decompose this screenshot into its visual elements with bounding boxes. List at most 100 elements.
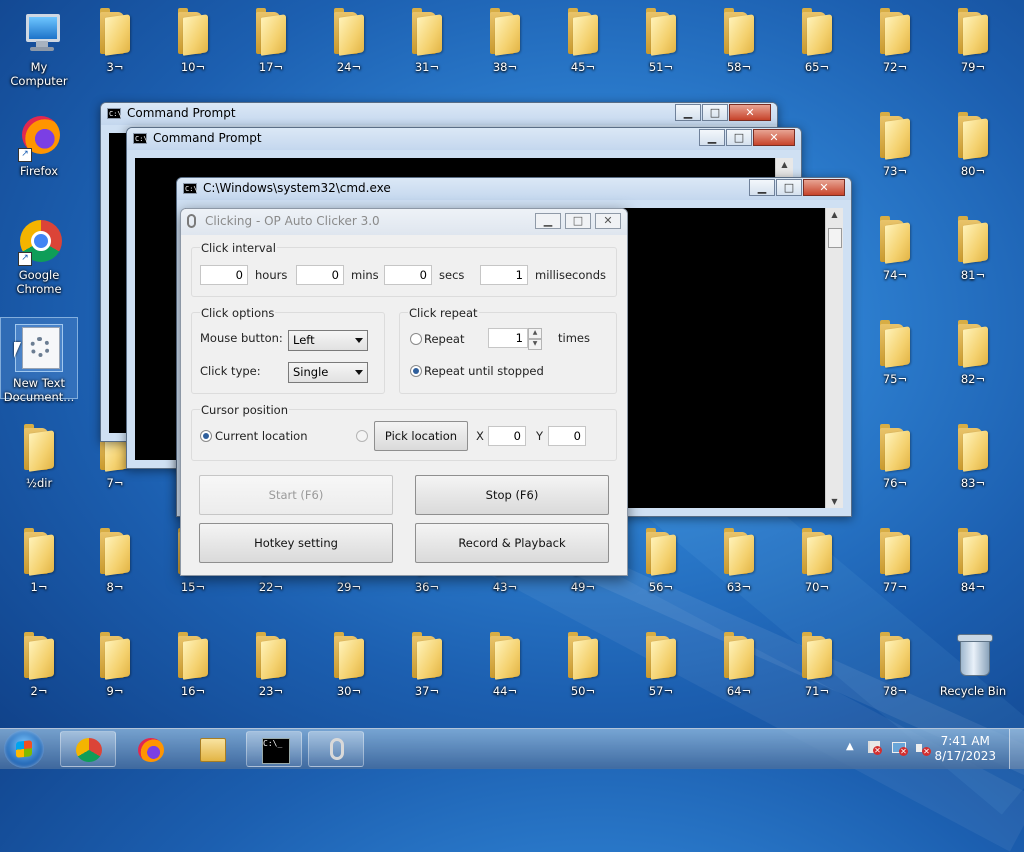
desktop-folder[interactable]: 56¬	[623, 524, 699, 594]
desktop-folder[interactable]: 17¬	[233, 4, 309, 74]
desktop-folder[interactable]: 63¬	[701, 524, 777, 594]
desktop-folder[interactable]: 24¬	[311, 4, 387, 74]
desktop-icon-firefox[interactable]: ↗ Firefox	[1, 108, 77, 178]
stepper-up-icon[interactable]: ▲	[528, 328, 542, 339]
y-coordinate-input[interactable]: 0	[548, 426, 586, 446]
desktop-folder[interactable]: 2¬	[1, 628, 77, 698]
desktop-folder[interactable]: 38¬	[467, 4, 543, 74]
close-button[interactable]: ✕	[729, 104, 771, 121]
close-button[interactable]: ✕	[753, 129, 795, 146]
scroll-up-icon[interactable]: ▲	[776, 160, 793, 169]
taskbar-cmd-button[interactable]: C:\_	[246, 731, 302, 767]
desktop-folder[interactable]: 70¬	[779, 524, 855, 594]
hotkey-setting-button[interactable]: Hotkey setting	[199, 523, 393, 563]
mouse-button-select[interactable]: Left	[288, 330, 368, 351]
desktop-folder[interactable]: 79¬	[935, 4, 1011, 74]
mins-input[interactable]: 0	[296, 265, 344, 285]
desktop-folder[interactable]: 64¬	[701, 628, 777, 698]
desktop-folder[interactable]: 51¬	[623, 4, 699, 74]
volume-icon[interactable]: ✕	[914, 740, 932, 756]
scroll-down-icon[interactable]: ▼	[826, 497, 843, 506]
desktop-folder[interactable]: 73¬	[857, 108, 933, 178]
desktop-folder[interactable]: 8¬	[77, 524, 153, 594]
desktop-folder[interactable]: 72¬	[857, 4, 933, 74]
desktop-folder[interactable]: 80¬	[935, 108, 1011, 178]
desktop-folder[interactable]: 78¬	[857, 628, 933, 698]
desktop-icon-new-text-document[interactable]: New Text Document...	[0, 317, 78, 404]
stop-button[interactable]: Stop (F6)	[415, 475, 609, 515]
desktop-folder[interactable]: 50¬	[545, 628, 621, 698]
desktop-folder[interactable]: 10¬	[155, 4, 231, 74]
desktop-folder[interactable]: 75¬	[857, 316, 933, 386]
window-titlebar[interactable]: C:\ Command Prompt ▁ □ ✕	[101, 103, 777, 125]
desktop-icon-google-chrome[interactable]: ↗ Google Chrome	[1, 212, 77, 296]
scrollbar-thumb[interactable]	[828, 228, 842, 248]
desktop-folder[interactable]: 81¬	[935, 212, 1011, 282]
pick-location-button[interactable]: Pick location	[374, 421, 468, 451]
repeat-count-input[interactable]: 1	[488, 328, 528, 348]
repeat-radio[interactable]	[410, 333, 422, 345]
repeat-count-stepper[interactable]: ▲ ▼	[528, 328, 542, 350]
desktop-folder[interactable]: ½dir	[1, 420, 77, 490]
taskbar-explorer-button[interactable]	[184, 731, 240, 767]
desktop-folder[interactable]: 16¬	[155, 628, 231, 698]
desktop-folder[interactable]: 31¬	[389, 4, 465, 74]
minimize-button[interactable]: ▁	[699, 129, 725, 146]
pick-location-radio[interactable]	[356, 430, 368, 442]
desktop-folder[interactable]: 58¬	[701, 4, 777, 74]
desktop-folder[interactable]: 23¬	[233, 628, 309, 698]
maximize-button[interactable]: □	[702, 104, 728, 121]
maximize-button[interactable]: □	[776, 179, 802, 196]
desktop-folder[interactable]: 37¬	[389, 628, 465, 698]
clock[interactable]: 7:41 AM 8/17/2023	[934, 734, 996, 764]
tray-expand-icon[interactable]: ▲	[846, 741, 854, 781]
close-button[interactable]: ✕	[595, 213, 621, 229]
minimize-button[interactable]: ▁	[675, 104, 701, 121]
taskbar-auto-clicker-button[interactable]	[308, 731, 364, 767]
window-titlebar[interactable]: C:\ C:\Windows\system32\cmd.exe ▁ □ ✕	[177, 178, 851, 200]
desktop-folder[interactable]: 9¬	[77, 628, 153, 698]
minimize-button[interactable]: ▁	[535, 213, 561, 229]
desktop-folder[interactable]: 44¬	[467, 628, 543, 698]
hours-input[interactable]: 0	[200, 265, 248, 285]
desktop-folder[interactable]: 65¬	[779, 4, 855, 74]
current-location-radio[interactable]	[200, 430, 212, 442]
desktop-folder[interactable]: 82¬	[935, 316, 1011, 386]
window-titlebar[interactable]: Clicking - OP Auto Clicker 3.0 ▁ □ ✕	[181, 209, 627, 235]
desktop-folder[interactable]: 71¬	[779, 628, 855, 698]
desktop-folder[interactable]: 45¬	[545, 4, 621, 74]
maximize-button[interactable]: □	[565, 213, 591, 229]
desktop-folder[interactable]: 30¬	[311, 628, 387, 698]
window-titlebar[interactable]: C:\ Command Prompt ▁ □ ✕	[127, 128, 801, 150]
repeat-until-stopped-radio[interactable]	[410, 365, 422, 377]
desktop-folder[interactable]: 57¬	[623, 628, 699, 698]
record-playback-button[interactable]: Record & Playback	[415, 523, 609, 563]
taskbar-firefox-button[interactable]	[122, 731, 178, 767]
action-center-flag-icon[interactable]: ✕	[866, 740, 882, 756]
taskbar-chrome-button[interactable]	[60, 731, 116, 767]
desktop-folder[interactable]: 3¬	[77, 4, 153, 74]
stepper-down-icon[interactable]: ▼	[528, 339, 542, 350]
desktop-icon-recycle-bin[interactable]: Recycle Bin	[935, 628, 1011, 698]
click-type-select[interactable]: Single	[288, 362, 368, 383]
minimize-button[interactable]: ▁	[749, 179, 775, 196]
secs-input[interactable]: 0	[384, 265, 432, 285]
start-button[interactable]	[4, 730, 44, 768]
maximize-button[interactable]: □	[726, 129, 752, 146]
desktop-folder[interactable]: 76¬	[857, 420, 933, 490]
x-coordinate-input[interactable]: 0	[488, 426, 526, 446]
network-icon[interactable]: ✕	[890, 740, 908, 756]
desktop-icon-my-computer[interactable]: My Computer	[1, 4, 77, 88]
desktop-folder[interactable]: 84¬	[935, 524, 1011, 594]
milliseconds-input[interactable]: 1	[480, 265, 528, 285]
start-button[interactable]: Start (F6)	[199, 475, 393, 515]
scroll-up-icon[interactable]: ▲	[826, 210, 843, 219]
auto-clicker-window[interactable]: Clicking - OP Auto Clicker 3.0 ▁ □ ✕ Cli…	[180, 208, 628, 576]
show-desktop-button[interactable]	[1009, 729, 1024, 769]
desktop-folder[interactable]: 83¬	[935, 420, 1011, 490]
desktop-folder[interactable]: 1¬	[1, 524, 77, 594]
close-button[interactable]: ✕	[803, 179, 845, 196]
vertical-scrollbar[interactable]: ▲ ▼	[825, 208, 843, 508]
desktop-folder[interactable]: 74¬	[857, 212, 933, 282]
desktop-folder[interactable]: 77¬	[857, 524, 933, 594]
